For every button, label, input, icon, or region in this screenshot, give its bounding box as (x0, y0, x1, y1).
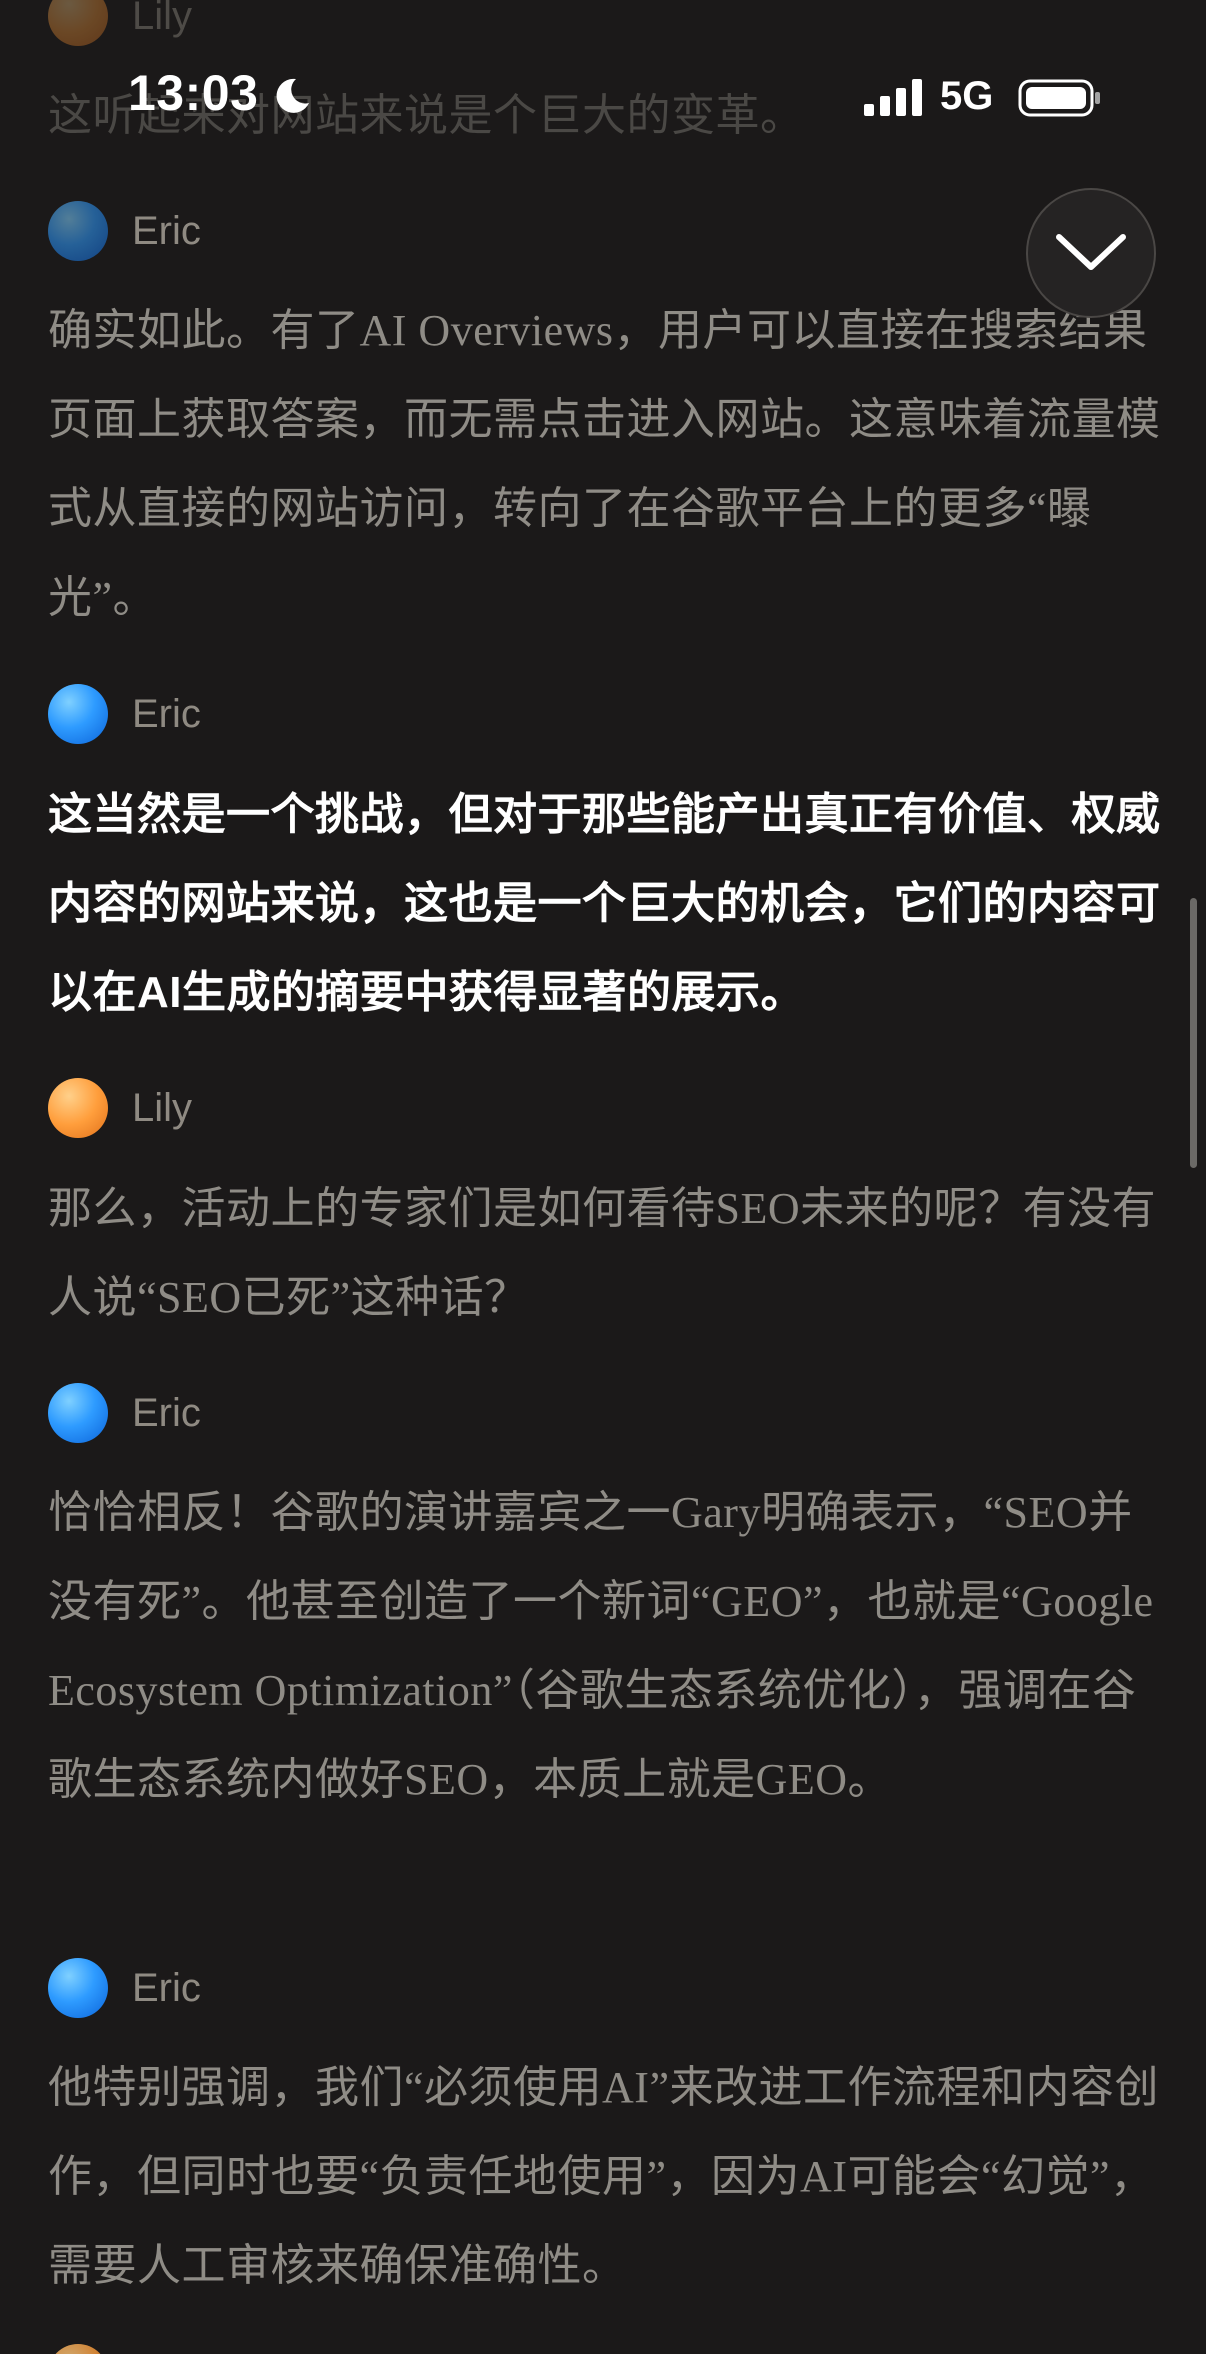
avatar (48, 1078, 108, 1138)
transcript-paragraph-active[interactable]: 这当然是一个挑战，但对于那些能产出真正有价值、权威内容的网站来说，这也是一个巨大… (48, 770, 1168, 1037)
speaker-row: Lily (48, 1078, 192, 1138)
speaker-row: Eric (48, 1383, 201, 1443)
transcript-screen: Lily 这听起来对网站来说是个巨大的变革。 Eric 确实如此。有了AI Ov… (0, 0, 1206, 2354)
transcript-paragraph[interactable]: 那么，活动上的专家们是如何看待SEO未来的呢？有没有人说“SEO已死”这种话？ (48, 1164, 1168, 1342)
speaker-row: Eric (48, 201, 201, 261)
speaker-name: Lily (132, 0, 193, 38)
avatar (48, 1383, 108, 1443)
transcript-paragraph[interactable]: 确实如此。有了AI Overviews，用户可以直接在搜索结果页面上获取答案，而… (48, 286, 1168, 642)
transcript-paragraph[interactable]: 恰恰相反！谷歌的演讲嘉宾之一Gary明确表示，“SEO并没有死”。他甚至创造了一… (48, 1468, 1168, 1824)
speaker-row: Eric (48, 684, 201, 744)
avatar (48, 2344, 108, 2354)
avatar (48, 201, 108, 261)
avatar (48, 1958, 108, 2018)
speaker-name: Eric (132, 1965, 201, 2010)
scroll-down-button[interactable] (1026, 188, 1156, 318)
chevron-down-icon (1056, 234, 1126, 270)
speaker-name: Lily (132, 1085, 193, 1130)
speaker-name: Eric (132, 208, 201, 253)
speaker-row: Lily (48, 0, 192, 46)
scrollbar-thumb[interactable] (1190, 898, 1197, 1168)
avatar (48, 684, 108, 744)
transcript-paragraph[interactable]: 他特别强调，我们“必须使用AI”来改进工作流程和内容创作，但同时也要“负责任地使… (48, 2043, 1168, 2310)
speaker-name: Eric (132, 691, 201, 736)
speaker-name: Eric (132, 1390, 201, 1435)
avatar (48, 0, 108, 46)
speaker-row: Eric (48, 1958, 201, 2018)
transcript-paragraph[interactable]: 这听起来对网站来说是个巨大的变革。 (48, 71, 1168, 160)
